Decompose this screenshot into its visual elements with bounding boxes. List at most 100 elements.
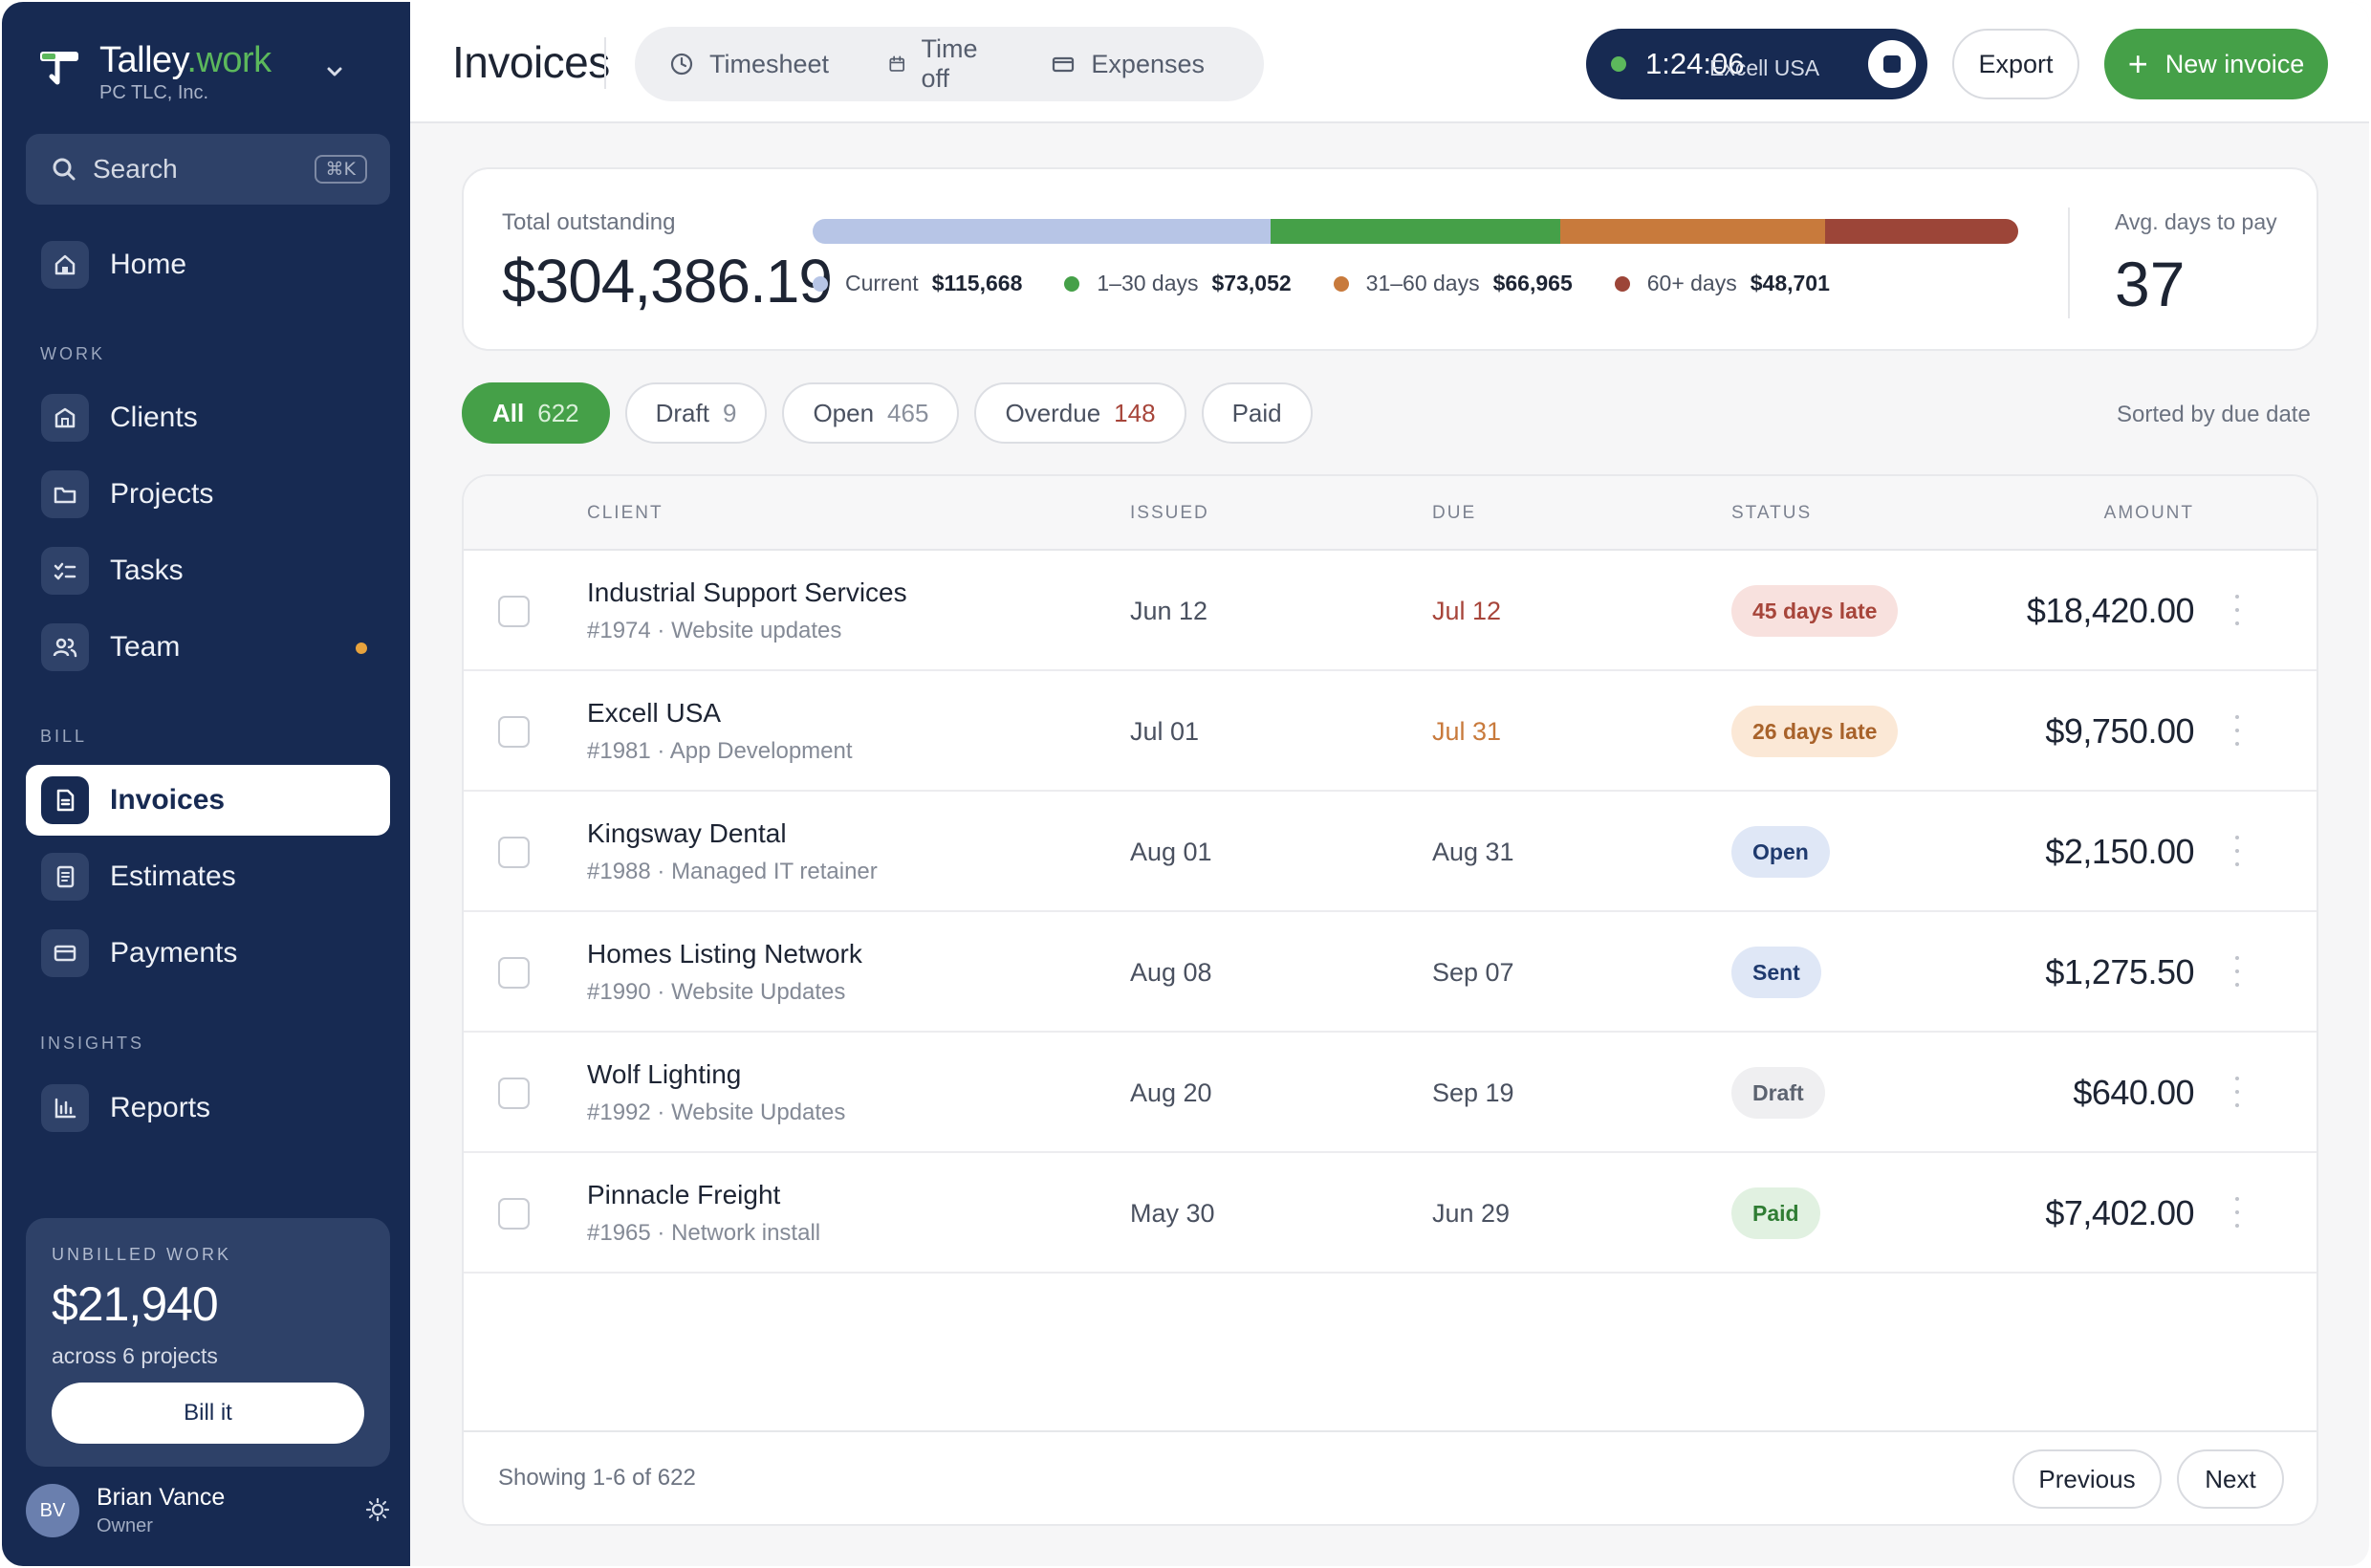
column-header-due[interactable]: DUE xyxy=(1432,503,1476,524)
sort-indicator[interactable]: Sorted by due date xyxy=(2117,402,2311,428)
sun-icon[interactable] xyxy=(365,1497,390,1522)
more-options-icon[interactable] xyxy=(2234,836,2240,866)
search-input[interactable]: Search ⌘K xyxy=(26,134,390,205)
filter-label: Overdue xyxy=(1005,398,1101,427)
more-options-icon[interactable] xyxy=(2234,1077,2240,1107)
sidebar-item-label: Payments xyxy=(110,937,238,969)
legend-value: $48,701 xyxy=(1750,271,1830,295)
column-header-client[interactable]: CLIENT xyxy=(587,503,663,524)
table-row[interactable]: Excell USA #1981 · App Development Jul 01 J… xyxy=(464,671,2317,792)
avg-days-value: 37 xyxy=(2115,249,2186,319)
sidebar-item-estimates[interactable]: Estimates xyxy=(26,841,390,912)
client-name[interactable]: Pinnacle Freight xyxy=(587,1180,780,1210)
sidebar-item-label: Team xyxy=(110,631,181,663)
folder-icon xyxy=(41,470,89,518)
row-checkbox[interactable] xyxy=(498,716,530,748)
sidebar-item-label: Projects xyxy=(110,478,214,510)
credit-card-icon xyxy=(41,929,89,977)
invoice-subtitle: #1992 · Website Updates xyxy=(587,1100,846,1125)
aging-segment-1-30 xyxy=(1271,219,1560,244)
tab-time-off[interactable]: Time off xyxy=(888,34,991,94)
table-row[interactable]: Wolf Lighting #1992 · Website Updates Aug … xyxy=(464,1033,2317,1153)
table-row[interactable]: Industrial Support Services #1974 · Websi… xyxy=(464,551,2317,671)
new-invoice-label: New invoice xyxy=(2164,49,2305,78)
status-badge: 45 days late xyxy=(1731,585,1899,637)
issued-date: Jun 12 xyxy=(1130,597,1208,625)
sidebar-item-clients[interactable]: Clients xyxy=(26,382,390,453)
sidebar-item-reports[interactable]: Reports xyxy=(26,1073,390,1143)
row-checkbox[interactable] xyxy=(498,1198,530,1230)
client-name[interactable]: Wolf Lighting xyxy=(587,1059,741,1090)
column-header-status[interactable]: STATUS xyxy=(1731,503,1812,524)
client-name[interactable]: Kingsway Dental xyxy=(587,818,787,849)
filter-open[interactable]: Open 465 xyxy=(782,382,960,444)
due-date: Sep 07 xyxy=(1432,958,1514,987)
brand[interactable]: Talley.work PC TLC, Inc. xyxy=(38,40,272,104)
unbilled-work-card: UNBILLED WORK $21,940 across 6 projects … xyxy=(26,1218,390,1467)
user-profile[interactable]: BV Brian Vance Owner xyxy=(26,1484,390,1537)
invoice-subtitle: #1988 · Managed IT retainer xyxy=(587,859,878,884)
nav-tabs: Timesheet Time off Expenses xyxy=(635,27,1264,101)
column-header-issued[interactable]: ISSUED xyxy=(1130,503,1209,524)
sidebar-item-invoices[interactable]: Invoices xyxy=(26,765,390,836)
more-options-icon[interactable] xyxy=(2234,715,2240,746)
table-row[interactable]: Kingsway Dental #1988 · Managed IT retain… xyxy=(464,792,2317,912)
client-name[interactable]: Excell USA xyxy=(587,698,721,729)
row-checkbox[interactable] xyxy=(498,957,530,989)
unbilled-caption: UNBILLED WORK xyxy=(52,1245,232,1264)
due-date: Sep 19 xyxy=(1432,1078,1514,1107)
due-date: Jul 12 xyxy=(1432,597,1502,625)
chevron-down-icon[interactable] xyxy=(320,57,349,86)
table-row[interactable]: Homes Listing Network #1990 · Website Upd… xyxy=(464,912,2317,1033)
recording-dot xyxy=(1611,56,1626,72)
tab-label: Timesheet xyxy=(709,49,830,78)
row-checkbox[interactable] xyxy=(498,837,530,868)
filter-count: 622 xyxy=(537,398,579,427)
filter-paid[interactable]: Paid xyxy=(1201,382,1313,444)
tab-timesheet[interactable]: Timesheet xyxy=(669,50,829,79)
invoice-subtitle: #1974 · Website updates xyxy=(587,618,842,643)
row-checkbox[interactable] xyxy=(498,1078,530,1109)
column-header-amount[interactable]: AMOUNT xyxy=(2104,503,2194,524)
sidebar-item-payments[interactable]: Payments xyxy=(26,918,390,989)
tab-expenses[interactable]: Expenses xyxy=(1051,50,1205,79)
sidebar-item-home[interactable]: Home xyxy=(26,229,390,300)
legend-value: $66,965 xyxy=(1492,271,1573,295)
more-options-icon[interactable] xyxy=(2234,595,2240,625)
sidebar-item-label: Tasks xyxy=(110,555,184,586)
bill-it-button[interactable]: Bill it xyxy=(52,1383,364,1444)
running-timer[interactable]: 1:24:06 Excell USA xyxy=(1586,29,1927,99)
new-invoice-button[interactable]: + New invoice xyxy=(2104,29,2328,99)
issued-date: Aug 20 xyxy=(1130,1078,1212,1107)
client-name[interactable]: Industrial Support Services xyxy=(587,577,907,608)
more-options-icon[interactable] xyxy=(2234,1197,2240,1228)
filter-label: All xyxy=(492,398,525,427)
sidebar-item-label: Reports xyxy=(110,1092,211,1123)
logo-icon xyxy=(40,52,78,85)
clock-icon xyxy=(670,53,693,76)
row-checkbox[interactable] xyxy=(498,596,530,627)
previous-page-button[interactable]: Previous xyxy=(2012,1449,2162,1509)
stop-timer-button[interactable] xyxy=(1868,40,1916,88)
users-icon xyxy=(41,623,89,671)
filter-overdue[interactable]: Overdue 148 xyxy=(974,382,1186,444)
bar-chart-icon xyxy=(41,1084,89,1132)
sidebar-item-team[interactable]: Team xyxy=(26,612,390,683)
checklist-icon xyxy=(41,547,89,595)
legend-item-31-60: 31–60 days $66,965 xyxy=(1333,271,1573,296)
user-role: Owner xyxy=(97,1515,153,1536)
sidebar-item-tasks[interactable]: Tasks xyxy=(26,535,390,606)
more-options-icon[interactable] xyxy=(2234,956,2240,987)
building-icon xyxy=(41,394,89,442)
table-row[interactable]: Pinnacle Freight #1965 · Network install M… xyxy=(464,1153,2317,1274)
filter-draft[interactable]: Draft 9 xyxy=(624,382,768,444)
sidebar-item-label: Estimates xyxy=(110,860,236,892)
sidebar-item-label: Invoices xyxy=(110,784,226,816)
filter-all[interactable]: All 622 xyxy=(462,382,610,444)
client-name[interactable]: Homes Listing Network xyxy=(587,939,862,969)
next-page-button[interactable]: Next xyxy=(2177,1449,2284,1509)
stop-icon xyxy=(1883,55,1901,73)
sidebar-item-projects[interactable]: Projects xyxy=(26,459,390,530)
export-button[interactable]: Export xyxy=(1952,29,2079,99)
aging-segment-60-plus xyxy=(1825,219,2018,244)
